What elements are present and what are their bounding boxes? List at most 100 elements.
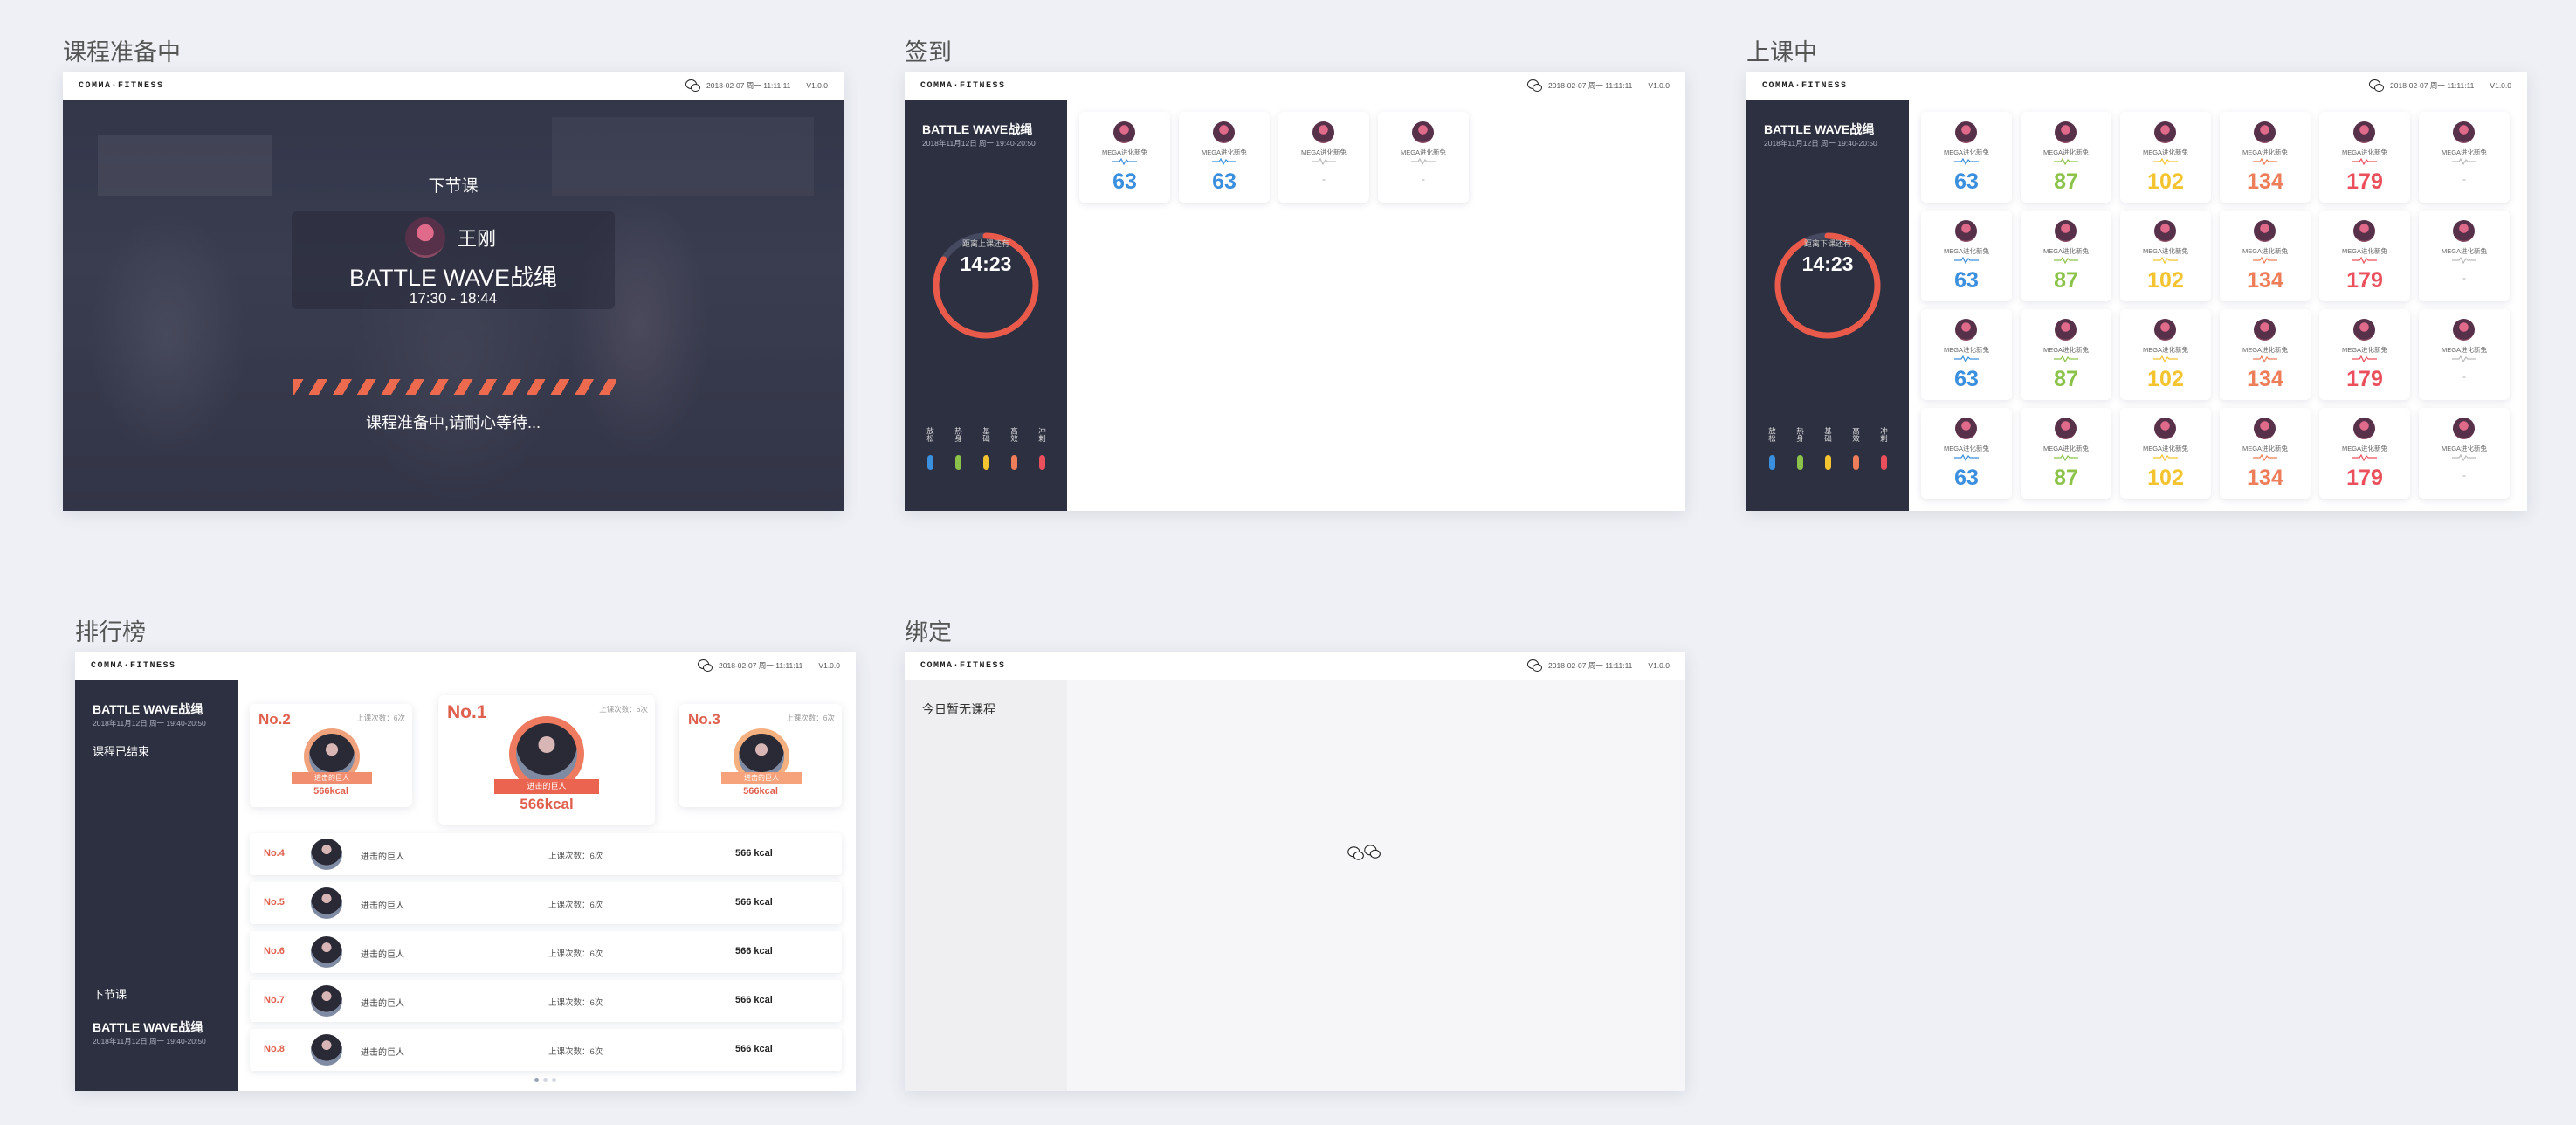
waiting-text: 课程准备中,请耐心等待... [365,414,541,431]
course-date: 2018年11月12日 周一 19:40-20:50 [93,719,206,728]
zone-basic: 基础 [980,427,992,470]
heartbeat-icon [2452,158,2476,165]
heartbeat-icon [1312,158,1336,165]
pagination-dots[interactable] [534,1078,556,1082]
version: V1.0.0 [2490,81,2511,90]
course-date: 2018年11月12日 周一 19:40-20:50 [1764,139,1877,148]
sidebar: BATTLE WAVE战绳 2018年11月12日 周一 19:40-20:50… [905,100,1067,511]
heartbeat-icon [2253,257,2277,264]
member-card[interactable]: MEGA进化新兔 179 [2319,211,2410,301]
member-card[interactable]: MEGA进化新兔 102 [2120,211,2211,301]
wechat-icon [1527,79,1543,92]
datetime: 2018-02-07 周一 11:11:11 [1548,81,1633,90]
countdown-time: 14:23 [1801,252,1854,275]
winner-kcal: 566kcal [520,796,574,812]
member-card[interactable]: MEGA进化新兔 63 [1921,309,2012,400]
version: V1.0.0 [818,661,840,670]
heartbeat-icon [2253,158,2277,165]
version: V1.0.0 [1648,661,1670,670]
rank-row[interactable]: No.7 进击的巨人 上课次数：6次 566 kcal [250,980,842,1022]
member-card[interactable]: MEGA进化新兔 179 [2319,112,2410,203]
member-card[interactable]: MEGA进化新兔 - [2419,309,2510,400]
avatar [1955,319,1977,341]
member-card[interactable]: MEGA进化新兔 87 [2021,211,2111,301]
rank-row[interactable]: No.8 进击的巨人 上课次数：6次 566 kcal [250,1029,842,1071]
heartbeat-icon [2054,257,2078,264]
next-class-label: 下节课 [93,988,127,1001]
top-bar: COMMA·FITNESS 2018-02-07 周一 11:11:11 V1.… [905,72,1685,100]
member-card[interactable]: MEGA进化新兔 - [1278,112,1369,203]
version: V1.0.0 [806,81,828,90]
member-card[interactable]: MEGA进化新兔 134 [2220,309,2311,400]
avatar [1955,220,1977,242]
member-card[interactable]: MEGA进化新兔 179 [2319,309,2410,400]
brand-logo: COMMA·FITNESS [1762,80,1848,91]
heartbeat-icon [2352,454,2377,461]
winner-name: 进击的巨人 [292,772,372,784]
member-card[interactable]: MEGA进化新兔 87 [2021,408,2111,499]
datetime: 2018-02-07 周一 11:11:11 [1548,661,1633,670]
member-card[interactable]: MEGA进化新兔 179 [2319,408,2410,499]
podium-card-2[interactable]: No.2 上课次数：6次 进击的巨人 566kcal [250,704,412,807]
zone-sprint: 冲刺 [1877,427,1890,470]
version: V1.0.0 [1648,81,1670,90]
countdown-time: 14:23 [960,252,1012,275]
member-card[interactable]: MEGA进化新兔 63 [1921,112,2012,203]
heartbeat-icon [2352,355,2377,362]
avatar [2353,319,2375,341]
wechat-icon [698,659,713,672]
datetime: 2018-02-07 周一 11:11:11 [2390,81,2475,90]
countdown-label: 距离下课还有 [1803,239,1851,248]
course-title: BATTLE WAVE战绳 [1764,122,1875,136]
member-card[interactable]: MEGA进化新兔 102 [2120,112,2211,203]
winner-kcal: 566kcal [743,786,778,797]
avatar [1113,121,1135,143]
heartbeat-icon [1411,158,1436,165]
sidebar: BATTLE WAVE战绳 2018年11月12日 周一 19:40-20:50… [75,680,238,1091]
heartbeat-icon [2253,355,2277,362]
zone-warmup: 热身 [952,427,964,470]
member-card[interactable]: MEGA进化新兔 87 [2021,309,2111,400]
member-card[interactable]: MEGA进化新兔 63 [1921,408,2012,499]
rank-row[interactable]: No.4 进击的巨人 上课次数：6次 566 kcal [250,833,842,875]
heartbeat-icon [2452,454,2476,461]
member-card[interactable]: MEGA进化新兔 - [2419,211,2510,301]
member-card[interactable]: MEGA进化新兔 102 [2120,408,2211,499]
member-card[interactable]: MEGA进化新兔 63 [1179,112,1270,203]
avatar [311,1034,342,1066]
heartbeat-icon [2153,454,2178,461]
next-class-label: 下节课 [428,177,479,196]
podium-card-1[interactable]: No.1 上课次数：6次 进击的巨人 566kcal [438,695,655,825]
avatar [311,985,342,1017]
rank-row[interactable]: No.6 进击的巨人 上课次数：6次 566 kcal [250,931,842,973]
section-title-ranking: 排行榜 [75,619,146,645]
podium-card-3[interactable]: No.3 上课次数：6次 进击的巨人 566kcal [679,704,842,807]
member-card[interactable]: MEGA进化新兔 134 [2220,211,2311,301]
member-card[interactable]: MEGA进化新兔 87 [2021,112,2111,203]
member-card[interactable]: MEGA进化新兔 - [1378,112,1469,203]
member-card[interactable]: MEGA进化新兔 102 [2120,309,2211,400]
member-card[interactable]: MEGA进化新兔 134 [2220,408,2311,499]
wechat-icon [1527,659,1543,672]
heartbeat-icon [2054,158,2078,165]
page-dot[interactable] [552,1078,556,1082]
member-card[interactable]: MEGA进化新兔 134 [2220,112,2311,203]
section-title-checkin: 签到 [905,39,952,66]
member-card[interactable]: MEGA进化新兔 63 [1079,112,1170,203]
member-card[interactable]: MEGA进化新兔 63 [1921,211,2012,301]
avatar [1312,121,1334,143]
member-card[interactable]: MEGA进化新兔 - [2419,112,2510,203]
page-dot-active[interactable] [534,1078,539,1082]
avatar [311,839,342,870]
coach-avatar [405,217,445,258]
member-card[interactable]: MEGA进化新兔 - [2419,408,2510,499]
avatar [2254,121,2276,143]
progress-stripes [293,379,616,395]
brand-logo: COMMA·FITNESS [920,80,1006,91]
avatar [2353,418,2375,439]
rank-row[interactable]: No.5 进击的巨人 上课次数：6次 566 kcal [250,882,842,924]
course-date: 2018年11月12日 周一 19:40-20:50 [922,139,1036,148]
course-time: 17:30 - 18:44 [409,290,498,307]
screen-ranking: COMMA·FITNESS 2018-02-07 周一 11:11:11 V1.… [75,652,856,1091]
page-dot[interactable] [543,1078,548,1082]
